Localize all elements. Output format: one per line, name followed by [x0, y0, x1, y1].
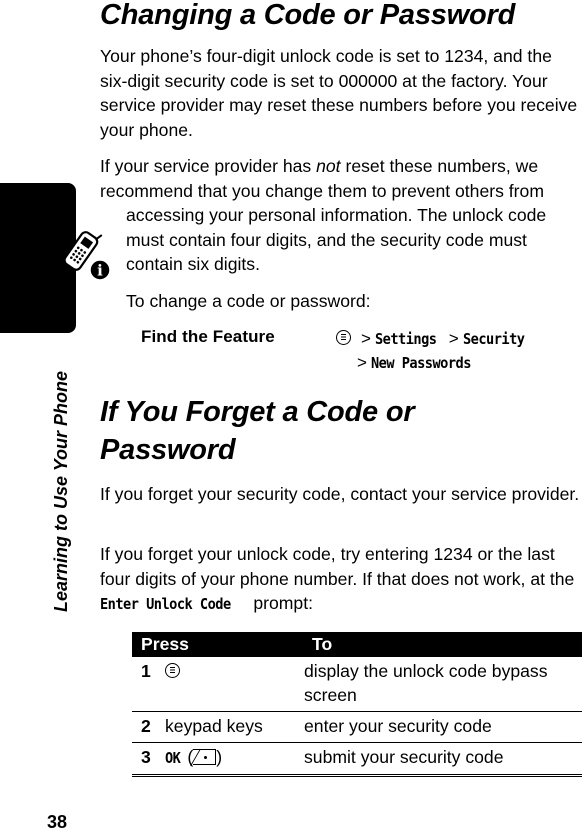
section-label: Learning to Use Your Phone [51, 370, 71, 612]
paragraph-forget-security: If you forget your security code, contac… [100, 484, 580, 504]
paragraph-default-codes: Your phone’s four-digit unlock code is s… [100, 46, 578, 140]
right-soft-key-icon [193, 749, 217, 765]
header-press: Press [132, 632, 304, 657]
header-to: To [304, 632, 582, 657]
table-header: Press To [132, 632, 582, 657]
menu-key-icon [165, 663, 180, 678]
find-feature-label: Find the Feature [141, 327, 275, 346]
paragraph-forget-unlock: If you forget your unlock code, try ente… [100, 542, 582, 617]
section-title-changing-code: Changing a Code or Password [100, 0, 516, 31]
section-title-forget-code: If You Forget a Code or Password [100, 396, 415, 466]
menu-key-icon [336, 330, 351, 345]
table-row: 2 keypad keys enter your security code [132, 711, 582, 743]
ok-key-label: OK [165, 749, 181, 767]
menu-item-new-passwords: New Passwords [370, 354, 471, 372]
table-row: 3 OK () submit your security code [132, 742, 582, 775]
menu-item-settings: Settings [374, 330, 437, 348]
prompt-enter-unlock-code: Enter Unlock Code [100, 595, 231, 613]
paragraph-recommend-change: If your service provider has not reset t… [100, 156, 547, 274]
paragraph-to-change: To change a code or password: [126, 291, 371, 311]
menu-item-security: Security [462, 330, 525, 348]
emphasis-not: not [316, 156, 341, 176]
page-number: 38 [47, 812, 68, 832]
menu-path: > Settings > Security > New Passwords [336, 327, 533, 375]
table-row: 1 display the unlock code bypass screen [132, 657, 582, 712]
table-bottom-rule [132, 776, 582, 777]
steps-table: Press To 1 display the unlock code bypas… [132, 632, 582, 775]
